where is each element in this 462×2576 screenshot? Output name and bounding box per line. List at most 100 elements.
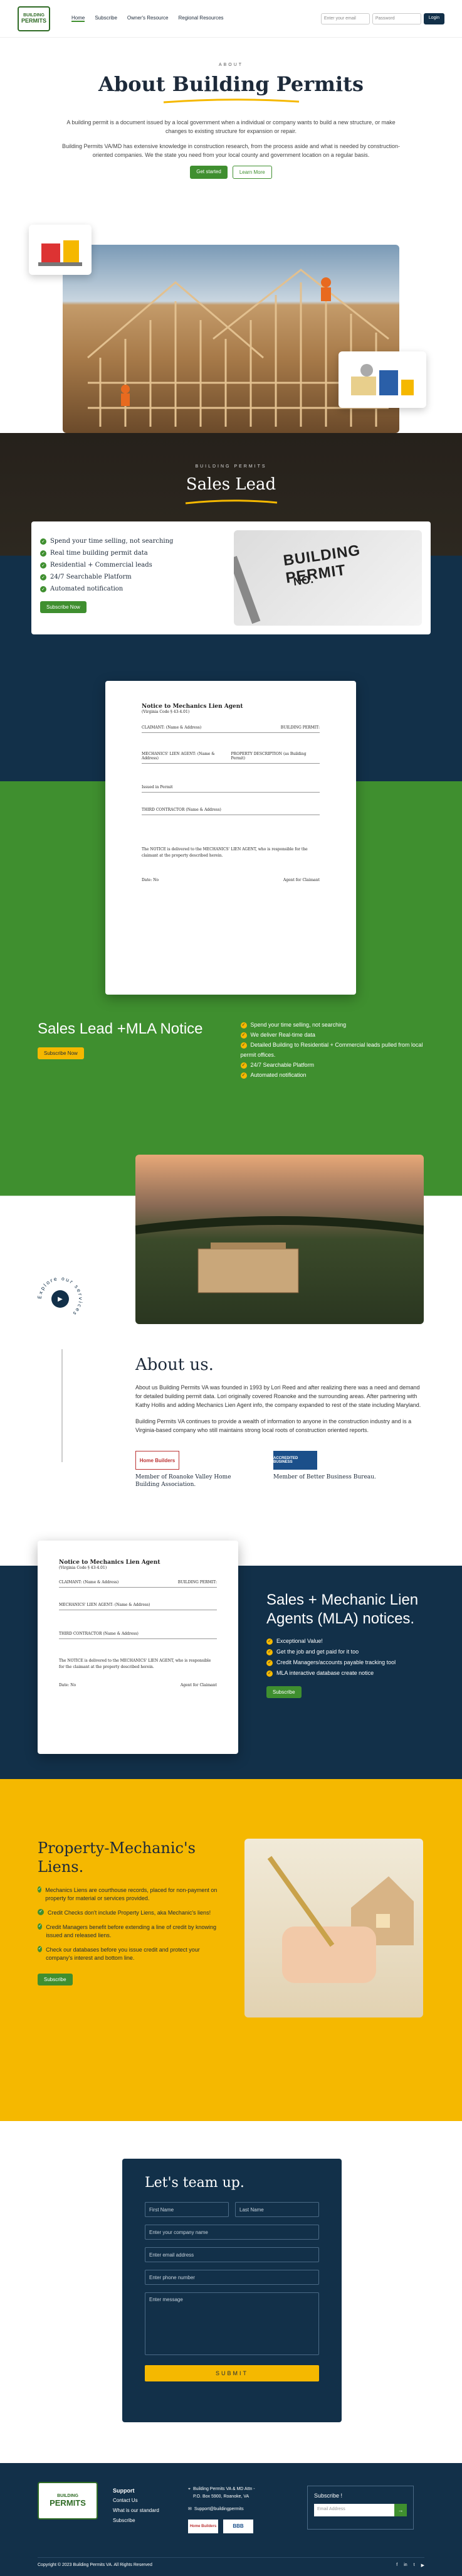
contact-form: Let's team up. Enter message SUBMIT xyxy=(122,2159,342,2422)
membership-home-builders: Member of Roanoke Valley Home Building A… xyxy=(135,1474,231,1488)
sales-mechanic-title: Sales + Mechanic Lien Agents (MLA) notic… xyxy=(266,1591,419,1627)
list-item: ✓ Automated notification xyxy=(40,583,224,595)
get-started-button[interactable]: Get started xyxy=(190,166,228,179)
youtube-icon[interactable]: ▶ xyxy=(421,2563,424,2568)
about-us-section: Explore our services ▶ About us. About u… xyxy=(0,1155,462,1566)
main-nav: Home Subscribe Owner's Resource Regional… xyxy=(71,15,312,22)
site-header: BUILDING PERMITS Home Subscribe Owner's … xyxy=(0,0,462,38)
check-icon: ✓ xyxy=(40,562,46,569)
subscribe-now-button[interactable]: Subscribe Now xyxy=(40,601,87,613)
message-textarea[interactable]: Enter message xyxy=(145,2292,319,2355)
about-us-paragraph-2: Building Permits VA continues to provide… xyxy=(135,1418,412,1433)
vertical-divider xyxy=(61,1349,63,1462)
tools-image-left xyxy=(29,225,92,275)
facebook-icon[interactable]: f xyxy=(396,2563,397,2568)
footer-support: Support Contact Us What is our standard … xyxy=(113,2486,159,2526)
submit-button[interactable]: SUBMIT xyxy=(145,2365,319,2381)
check-icon: ✓ xyxy=(240,1072,247,1079)
footer-link-contact[interactable]: Contact Us xyxy=(113,2496,159,2506)
password-input[interactable]: Password xyxy=(372,13,421,24)
about-us-title: About us. xyxy=(135,1355,214,1374)
doc2-title: Notice to Mechanics Lien Agent xyxy=(59,1559,160,1566)
mla-subscribe-button[interactable]: Subscribe Now xyxy=(38,1047,84,1059)
list-item: ✓ MLA interactive database create notice xyxy=(266,1668,436,1679)
sales-lead-card: ✓ Spend your time selling, not searching … xyxy=(31,521,431,634)
nav-subscribe[interactable]: Subscribe xyxy=(95,15,117,22)
list-item: ✓ Automated notification xyxy=(240,1070,425,1080)
mechanics-lien-notice-document: Notice to Mechanics Lien Agent (Virginia… xyxy=(105,681,356,995)
list-item: ✓ Mechanics Liens are courthouse records,… xyxy=(38,1886,218,1901)
explore-services-badge[interactable]: Explore our services ▶ xyxy=(35,1274,85,1324)
footer-subscribe-arrow-button[interactable]: → xyxy=(394,2504,407,2516)
doc-signature: Agent for Claimant xyxy=(283,878,320,882)
check-icon: ✓ xyxy=(240,1032,247,1039)
footer-link-standard[interactable]: What is our standard xyxy=(113,2506,159,2516)
check-icon: ✓ xyxy=(40,538,46,545)
check-icon: ✓ xyxy=(240,1062,247,1069)
nav-regional-resources[interactable]: Regional Resources xyxy=(178,15,223,22)
check-icon: ✓ xyxy=(266,1649,273,1655)
logo-line2: PERMITS xyxy=(21,18,46,24)
house-foundation-landscape-image xyxy=(135,1155,424,1324)
twitter-icon[interactable]: t xyxy=(414,2563,415,2568)
lien-notice-document-2: Notice to Mechanics Lien Agent (Virginia… xyxy=(38,1541,238,1754)
nav-home[interactable]: Home xyxy=(71,15,85,22)
membership-bbb: Member of Better Business Bureau. xyxy=(273,1474,376,1480)
sales-mechanic-list: ✓ Exceptional Value! ✓ Get the job and get… xyxy=(266,1636,436,1679)
linkedin-icon[interactable]: in xyxy=(404,2563,407,2568)
phone-number-input[interactable] xyxy=(145,2270,319,2285)
doc-issued: Issued in Permit xyxy=(142,785,173,789)
sales-mechanic-subscribe-button[interactable]: Subscribe xyxy=(266,1686,302,1698)
check-icon: ✓ xyxy=(40,585,46,592)
document-section: Notice to Mechanics Lien Agent (Virginia… xyxy=(0,656,462,995)
foundation-illustration xyxy=(135,1216,424,1293)
sales-lead-underline xyxy=(185,500,277,505)
doc2-notice: The NOTICE is delivered to the MECHANICS… xyxy=(59,1659,211,1669)
check-icon: ✓ xyxy=(38,1886,42,1893)
doc2-subtitle: (Virginia Code § 43-4.01) xyxy=(59,1566,107,1570)
footer-logo[interactable]: BUILDING PERMITS xyxy=(38,2482,98,2520)
email-address-input[interactable] xyxy=(145,2247,319,2262)
learn-more-button[interactable]: Learn More xyxy=(232,166,272,179)
footer-support-heading: Support xyxy=(113,2488,135,2494)
login-button[interactable]: Login xyxy=(423,13,444,24)
circular-text-decoration: Explore our services xyxy=(37,1276,82,1317)
hand-pen-house-image xyxy=(244,1839,423,2018)
property-liens-section: Property-Mechanic's Liens. ✓ Mechanics Li… xyxy=(0,1779,462,2121)
list-item: ✓ Spend your time selling, not searching xyxy=(240,1020,425,1030)
check-icon: ✓ xyxy=(266,1638,273,1645)
property-liens-subscribe-button[interactable]: Subscribe xyxy=(38,1974,73,1985)
list-item: ✓ Get the job and get paid for it too xyxy=(266,1647,436,1657)
footer-email[interactable]: Support@buildingpermits xyxy=(194,2506,244,2513)
footer-email-input[interactable]: Email Address xyxy=(314,2504,394,2516)
list-item: ✓ Credit Managers benefit before extendin… xyxy=(38,1923,216,1938)
doc2-lien-agent: MECHANICS' LIEN AGENT: (Name & Address) xyxy=(59,1603,150,1607)
list-item: ✓ Check our databases before you issue cr… xyxy=(38,1946,200,1961)
check-icon: ✓ xyxy=(38,1909,44,1915)
site-logo[interactable]: BUILDING PERMITS xyxy=(18,6,50,31)
check-icon: ✓ xyxy=(266,1659,273,1666)
first-name-input[interactable] xyxy=(145,2202,229,2217)
location-icon: ⌖ xyxy=(188,2487,191,2491)
house-pen-illustration xyxy=(267,1856,414,1983)
property-liens-title: Property-Mechanic's Liens. xyxy=(38,1839,196,1876)
about-permits-section: ABOUT About Building Permits A building … xyxy=(0,38,462,433)
nav-owners-resource[interactable]: Owner's Resource xyxy=(127,15,169,22)
footer-subscribe-heading: Subscribe ! xyxy=(314,2493,343,2499)
footer-copyright: Copyright © 2023 Building Permits VA. Al… xyxy=(38,2563,152,2567)
sales-lead-eyebrow: BUILDING PERMITS xyxy=(195,464,267,469)
mail-icon: ✉ xyxy=(188,2507,192,2511)
company-name-input[interactable] xyxy=(145,2225,319,2240)
sales-lead-section: BUILDING PERMITS Sales Lead ✓ Spend your … xyxy=(0,433,462,656)
footer-address: Building Permits VA & MD Attn - P.O. Box… xyxy=(192,2487,255,2499)
about-us-paragraph-1: About us Building Permits VA was founded… xyxy=(135,1384,421,1408)
email-input[interactable]: Enter your email xyxy=(320,13,370,24)
doc-lien-agent: MECHANICS' LIEN AGENT: (Name & Address) xyxy=(142,752,215,761)
last-name-input[interactable] xyxy=(235,2202,319,2217)
list-item: ✓ Detailed Building to Residential + Comm… xyxy=(240,1042,423,1058)
footer-link-subscribe[interactable]: Subscribe xyxy=(113,2516,159,2526)
check-icon: ✓ xyxy=(240,1022,247,1029)
list-item: ✓ Spend your time selling, not searching xyxy=(40,535,224,547)
about-title: About Building Permits xyxy=(98,72,364,96)
login-form: Enter your email Password Login xyxy=(320,13,444,24)
